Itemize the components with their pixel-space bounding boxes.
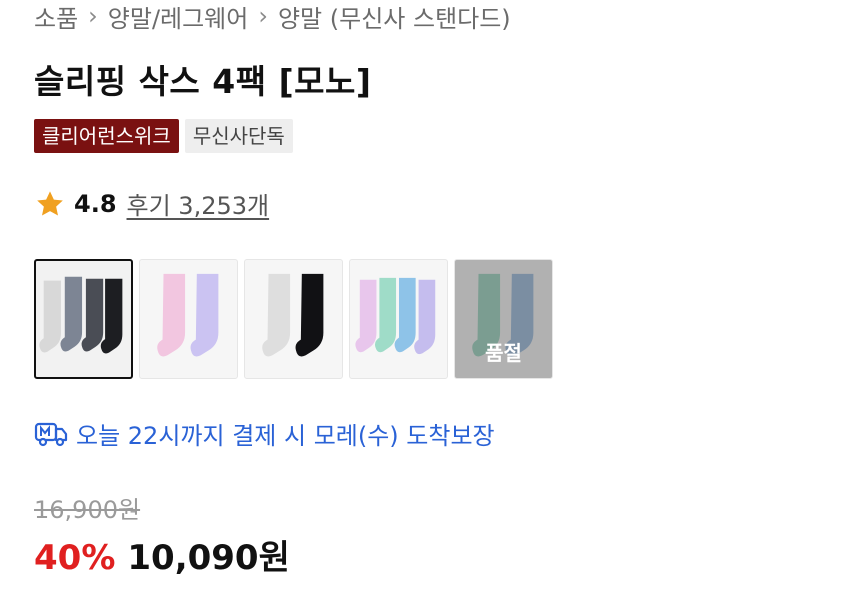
breadcrumb-item-socks-legwear[interactable]: 양말/레그웨어 [108,0,249,34]
delivery-text: 오늘 22시까지 결제 시 모레(수) 도착보장 [76,422,495,450]
badge-group: 클리어런스위크 무신사단독 [34,119,293,153]
original-price: 16,900원 [34,496,141,524]
delivery-truck-icon [34,422,68,446]
breadcrumb: 소품 › 양말/레그웨어 › 양말 (무신사 스탠다드) [34,0,511,34]
color-option-list: 품절 [34,259,553,379]
rating-summary: 4.8 후기 3,253개 [34,186,269,221]
socks-image [39,276,123,354]
rating-value: 4.8 [74,189,117,218]
socks-image [355,277,436,355]
star-icon [37,190,63,215]
breadcrumb-item-socks-standard[interactable]: 양말 (무신사 스탠다드) [278,0,511,34]
chevron-right-icon: › [88,2,98,30]
clearance-week-badge: 클리어런스위크 [34,119,179,153]
color-option-mono-4pack[interactable] [34,259,133,379]
delivery-guarantee[interactable]: 오늘 22시까지 결제 시 모레(수) 도착보장 [34,416,495,451]
breadcrumb-item-accessories[interactable]: 소품 [34,0,78,34]
soldout-label: 품절 [485,341,522,365]
color-option-mono-2pack[interactable] [244,259,343,379]
color-option-pastel-2pack[interactable] [139,259,238,379]
exclusive-badge: 무신사단독 [184,119,293,153]
price-row: 40% 10,090원 [34,530,290,579]
product-title: 슬리핑 삭스 4팩 [모노] [34,62,372,101]
chevron-right-icon: › [258,2,268,30]
sale-price: 10,090원 [127,538,290,578]
socks-image [262,273,324,357]
color-option-pastel-4pack[interactable] [349,259,448,379]
review-count-link[interactable]: 후기 3,253개 [127,186,270,221]
color-option-soldout[interactable]: 품절 [454,259,553,379]
discount-rate: 40% [34,538,116,578]
socks-image [157,273,219,357]
